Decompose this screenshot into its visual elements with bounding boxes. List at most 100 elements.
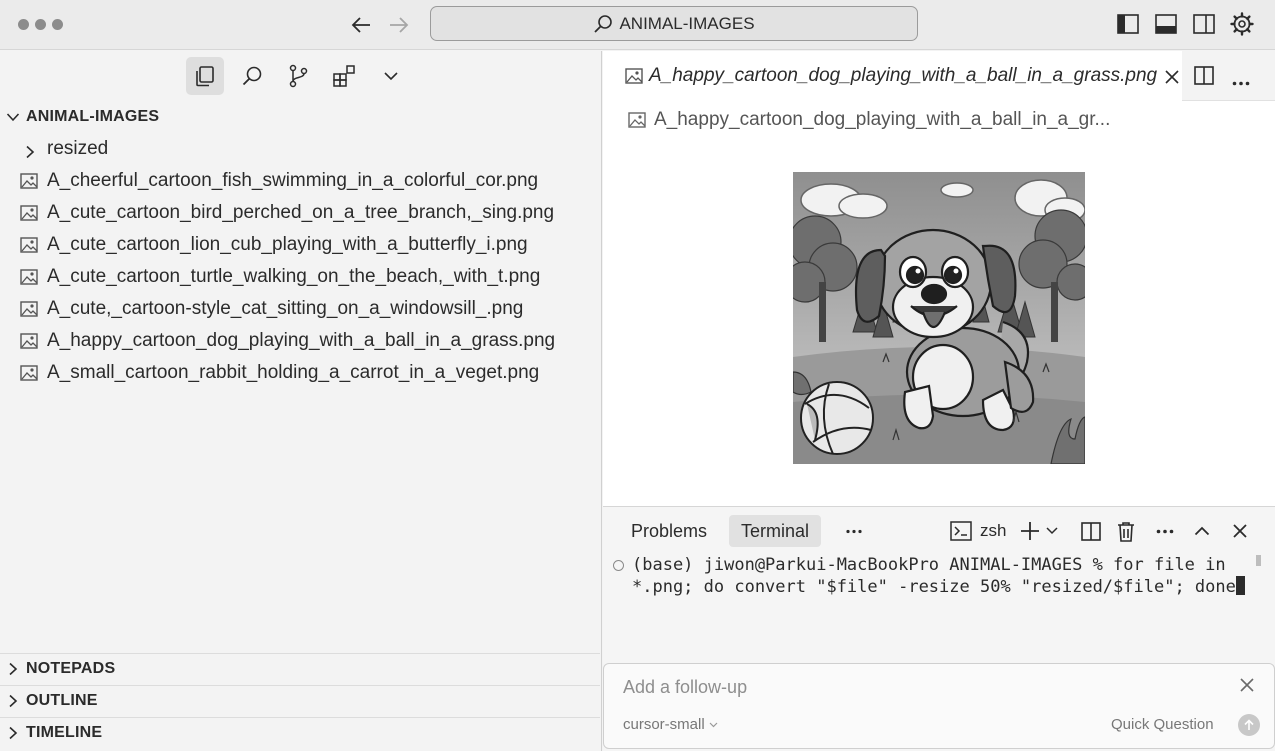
- followup-close-button[interactable]: [1240, 678, 1254, 697]
- git-branch-icon: [289, 64, 308, 88]
- root-folder-label: ANIMAL-IMAGES: [26, 108, 160, 125]
- close-icon: [1233, 524, 1247, 538]
- editor-tab[interactable]: A_happy_cartoon_dog_playing_with_a_ball_…: [603, 51, 1182, 101]
- plus-icon: [1021, 522, 1039, 540]
- section-header-timeline[interactable]: TIMELINE: [0, 718, 600, 748]
- file-item[interactable]: A_cute_cartoon_lion_cub_playing_with_a_b…: [0, 230, 600, 260]
- chevron-right-icon: [9, 694, 18, 708]
- close-panel-button[interactable]: [1233, 519, 1247, 543]
- back-button[interactable]: [348, 12, 374, 38]
- explorer-view-button[interactable]: [186, 57, 224, 95]
- file-item[interactable]: A_cheerful_cartoon_fish_swimming_in_a_co…: [0, 166, 600, 196]
- terminal-command-line: (base) jiwon@Parkui-MacBookPro ANIMAL-IM…: [632, 555, 1236, 597]
- window-zoom-button[interactable]: [52, 19, 63, 30]
- terminal-icon: [950, 521, 972, 541]
- gear-icon: [1230, 12, 1254, 36]
- model-selector[interactable]: cursor-small: [623, 716, 718, 733]
- terminal-output[interactable]: (base) jiwon@Parkui-MacBookPro ANIMAL-IM…: [632, 555, 1252, 598]
- followup-input[interactable]: [623, 674, 1183, 700]
- file-label: A_cute_cartoon_bird_perched_on_a_tree_br…: [47, 202, 555, 223]
- file-item[interactable]: A_cute,_cartoon-style_cat_sitting_on_a_w…: [0, 294, 600, 324]
- settings-button[interactable]: [1228, 10, 1256, 38]
- split-editor-button[interactable]: [1194, 66, 1214, 90]
- extensions-icon: [333, 65, 355, 87]
- terminal-more-actions-button[interactable]: [1156, 519, 1174, 543]
- file-label: A_cute,_cartoon-style_cat_sitting_on_a_w…: [47, 298, 524, 319]
- window-close-button[interactable]: [18, 19, 29, 30]
- chevron-down-icon: [6, 113, 20, 122]
- explorer-root-header[interactable]: ANIMAL-IMAGES: [0, 102, 600, 132]
- chevron-up-icon: [1194, 526, 1210, 536]
- image-file-icon: [20, 269, 38, 285]
- file-label: A_small_cartoon_rabbit_holding_a_carrot_…: [47, 362, 540, 383]
- chevron-down-icon: [384, 72, 398, 81]
- layout-sidebar-left-icon: [1117, 14, 1139, 34]
- image-file-icon: [20, 333, 38, 349]
- section-label: NOTEPADS: [26, 660, 116, 677]
- layout-sidebar-right-icon: [1193, 14, 1215, 34]
- file-item[interactable]: A_small_cartoon_rabbit_holding_a_carrot_…: [0, 358, 600, 388]
- editor-more-actions-button[interactable]: [1232, 73, 1250, 91]
- toggle-primary-sidebar-button[interactable]: [1116, 12, 1140, 36]
- file-item-active[interactable]: A_happy_cartoon_dog_playing_with_a_ball_…: [0, 326, 600, 356]
- section-label: OUTLINE: [26, 692, 98, 709]
- terminal-shell-selector[interactable]: zsh: [950, 519, 1006, 543]
- search-label: ANIMAL-IMAGES: [619, 13, 755, 33]
- maximize-panel-button[interactable]: [1194, 519, 1210, 543]
- section-header-outline[interactable]: OUTLINE: [0, 686, 600, 716]
- command-center-search[interactable]: ANIMAL-IMAGES: [430, 6, 918, 41]
- arrow-right-icon: [390, 17, 409, 33]
- split-editor-icon: [1081, 521, 1101, 541]
- window-minimize-button[interactable]: [35, 19, 46, 30]
- file-label: A_cheerful_cartoon_fish_swimming_in_a_co…: [47, 170, 539, 191]
- panel-more-tabs-button[interactable]: [843, 519, 865, 543]
- split-terminal-button[interactable]: [1081, 519, 1101, 543]
- image-file-icon: [20, 237, 38, 253]
- layout-panel-icon: [1155, 14, 1177, 34]
- image-file-icon: [20, 205, 38, 221]
- search-view-button[interactable]: [233, 57, 271, 95]
- tab-terminal[interactable]: Terminal: [729, 515, 822, 547]
- more-views-dropdown[interactable]: [372, 57, 410, 95]
- quick-question-button[interactable]: Quick Question: [1111, 716, 1214, 733]
- terminal-scrollbar[interactable]: [1256, 555, 1261, 566]
- image-file-icon: [20, 301, 38, 317]
- chevron-right-icon: [26, 145, 35, 159]
- image-file-icon: [625, 68, 643, 84]
- terminal-cursor: [1235, 576, 1245, 595]
- tab-problems[interactable]: Problems: [619, 515, 719, 547]
- section-header-notepads[interactable]: NOTEPADS: [0, 654, 600, 684]
- search-icon: [594, 14, 613, 33]
- model-label: cursor-small: [623, 716, 705, 733]
- ellipsis-icon: [846, 529, 862, 533]
- chevron-down-icon: [709, 722, 718, 727]
- source-control-view-button[interactable]: [279, 57, 317, 95]
- file-item[interactable]: A_cute_cartoon_bird_perched_on_a_tree_br…: [0, 198, 600, 228]
- breadcrumb[interactable]: A_happy_cartoon_dog_playing_with_a_ball_…: [628, 107, 1110, 133]
- folder-label: resized: [47, 138, 109, 159]
- editor-actions: [1182, 51, 1275, 101]
- folder-item-resized[interactable]: resized: [0, 134, 600, 164]
- toggle-panel-button[interactable]: [1154, 12, 1178, 36]
- tab-close-button[interactable]: [1165, 68, 1179, 90]
- title-bar: ANIMAL-IMAGES: [0, 0, 1275, 50]
- tab-problems-label: Problems: [631, 520, 708, 541]
- new-terminal-button[interactable]: [1020, 519, 1058, 543]
- chevron-right-icon: [9, 726, 18, 740]
- arrow-up-icon: [1244, 719, 1254, 730]
- file-item[interactable]: A_cute_cartoon_turtle_walking_on_the_bea…: [0, 262, 600, 292]
- files-icon: [196, 66, 214, 87]
- kill-terminal-button[interactable]: [1117, 519, 1135, 543]
- editor-area: A_happy_cartoon_dog_playing_with_a_ball_…: [603, 51, 1275, 506]
- followup-composer: cursor-small Quick Question: [603, 663, 1275, 749]
- toggle-secondary-sidebar-button[interactable]: [1192, 12, 1216, 36]
- submit-button[interactable]: [1238, 714, 1260, 736]
- file-label: A_cute_cartoon_turtle_walking_on_the_bea…: [47, 266, 541, 287]
- image-file-icon: [20, 173, 38, 189]
- forward-button[interactable]: [386, 12, 412, 38]
- search-icon: [242, 66, 262, 86]
- tab-terminal-label: Terminal: [741, 520, 810, 541]
- extensions-view-button[interactable]: [325, 57, 363, 95]
- image-file-icon: [628, 112, 646, 128]
- image-file-icon: [20, 365, 38, 381]
